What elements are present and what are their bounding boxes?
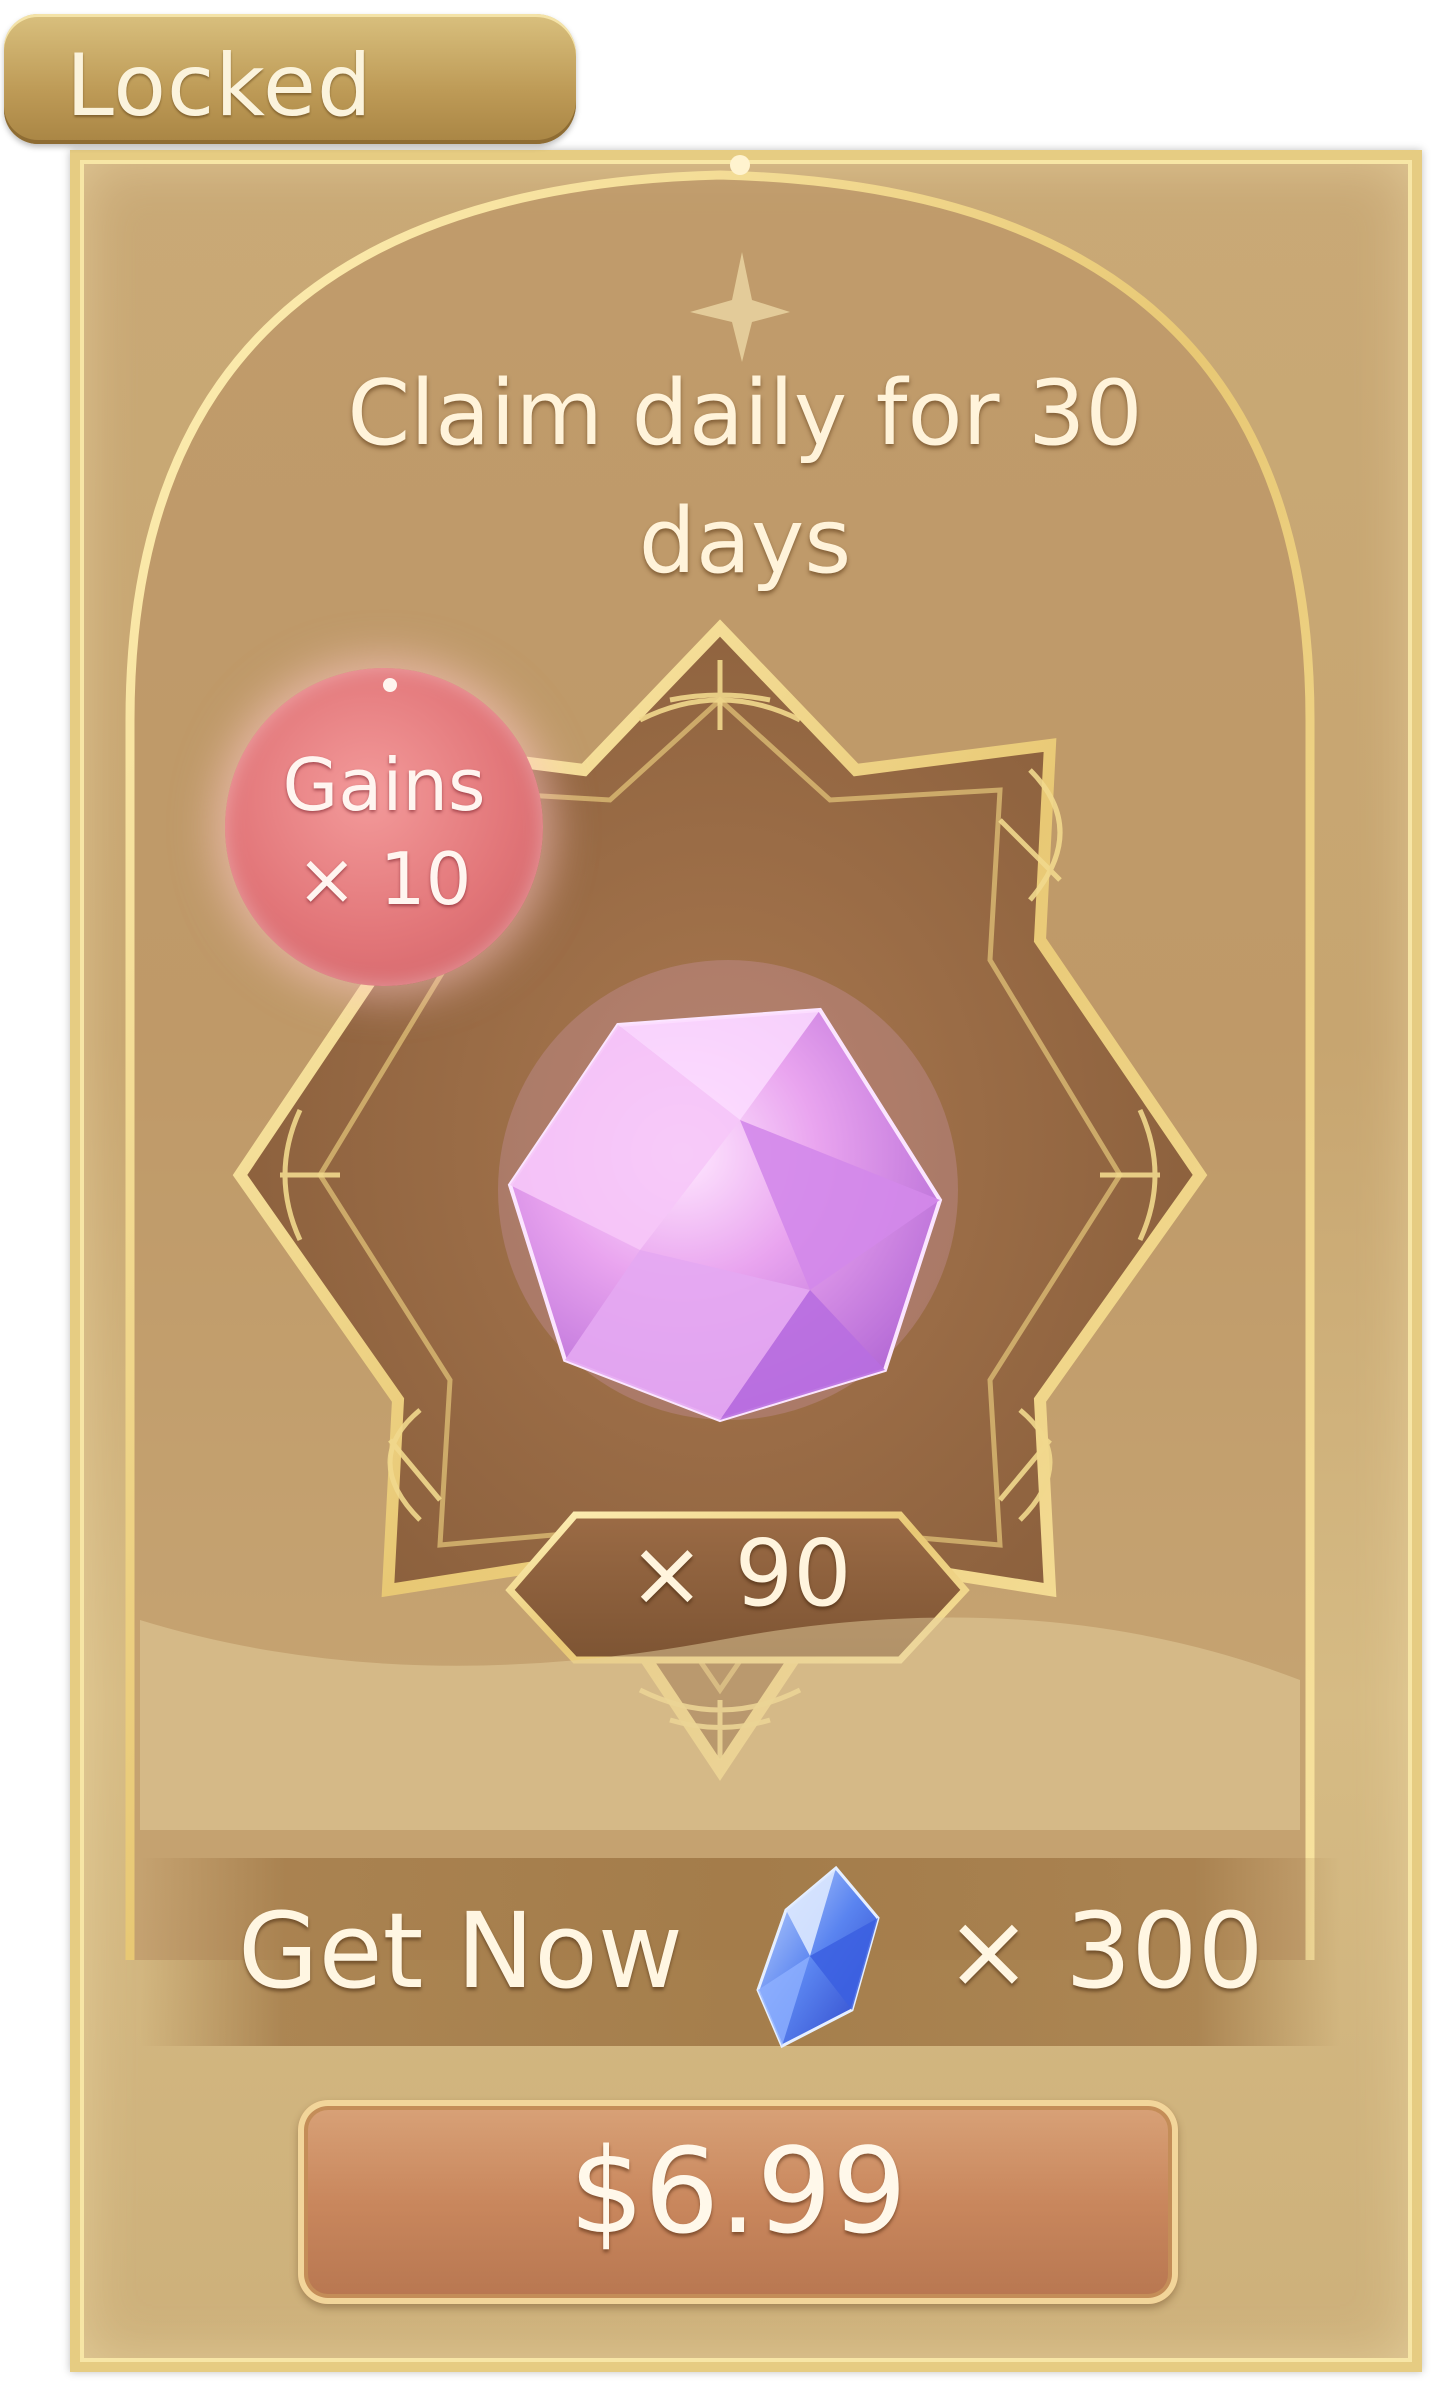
gains-badge-title: Gains bbox=[282, 743, 486, 827]
gains-badge-text: Gains × 10 bbox=[225, 738, 543, 926]
badge-dot-icon bbox=[383, 678, 397, 692]
get-now-label: Get Now bbox=[238, 1890, 683, 2012]
offer-description: Claim daily for 30 days bbox=[347, 361, 1143, 594]
item-quantity: × 90 bbox=[628, 1520, 852, 1627]
offer-screen: Locked Claim daily for 30 days Gains × 1… bbox=[0, 0, 1434, 2384]
get-now-cost: × 300 bbox=[945, 1890, 1264, 2012]
gains-badge: Gains × 10 bbox=[225, 668, 543, 986]
price-label: $6.99 bbox=[569, 2122, 907, 2260]
buy-price-button[interactable]: $6.99 bbox=[298, 2100, 1178, 2304]
gains-badge-multiplier: × 10 bbox=[296, 837, 472, 921]
blue-crystal-icon bbox=[756, 1865, 880, 2049]
locked-tab: Locked bbox=[4, 14, 576, 144]
locked-label: Locked bbox=[66, 36, 373, 136]
